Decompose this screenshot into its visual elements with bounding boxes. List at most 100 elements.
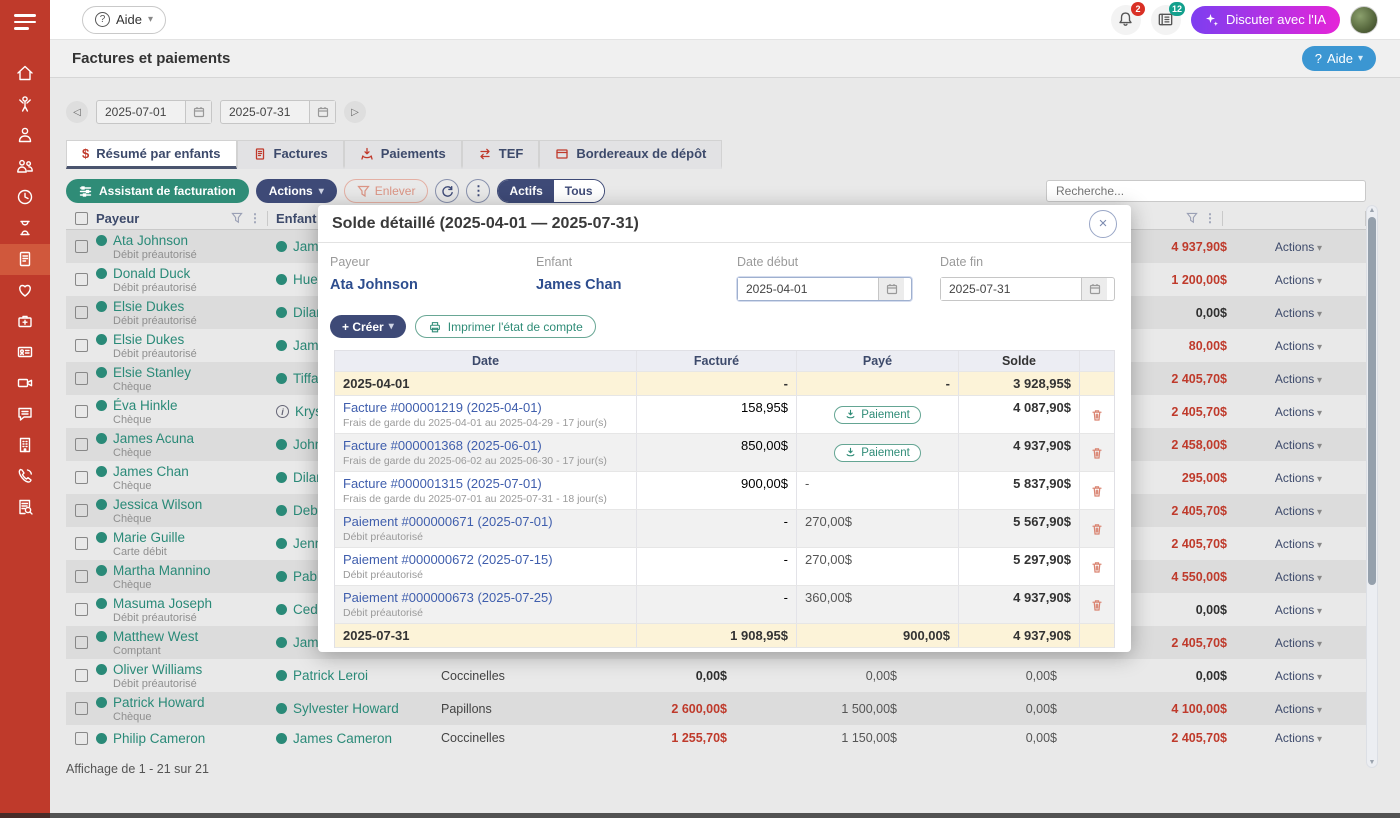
search-input[interactable] [1046, 180, 1366, 202]
actions-dropdown[interactable]: Actions ▾ [256, 179, 337, 203]
payer-name-link[interactable]: James Acuna [113, 431, 194, 446]
row-checkbox[interactable] [75, 537, 88, 550]
select-all-checkbox[interactable] [75, 212, 88, 225]
invoice-link[interactable]: Facture #000001315 (2025-07-01) [343, 476, 628, 491]
child-name-link[interactable]: Patrick Leroi [293, 668, 368, 683]
sidebar-item-hours[interactable] [0, 182, 50, 213]
payment-link[interactable]: Paiement #000000673 (2025-07-25) [343, 590, 628, 605]
sidebar-item-attendance[interactable] [0, 213, 50, 244]
row-actions-dropdown[interactable]: Actions ▾ [1275, 636, 1322, 650]
ai-chat-button[interactable]: Discuter avec l'IA [1191, 6, 1340, 34]
child-name-link[interactable]: James Chan [536, 277, 737, 293]
row-checkbox[interactable] [75, 603, 88, 616]
billing-assistant-button[interactable]: Assistant de facturation [66, 179, 249, 203]
funnel-icon[interactable] [231, 212, 243, 224]
sidebar-item-child[interactable] [0, 89, 50, 120]
payer-name-link[interactable]: Marie Guille [113, 530, 185, 545]
filter-tous-button[interactable]: Tous [554, 180, 604, 202]
payer-name-link[interactable]: Elsie Stanley [113, 365, 191, 380]
sidebar-item-facility[interactable] [0, 430, 50, 461]
delete-row-button[interactable] [1090, 446, 1104, 460]
tab-tef[interactable]: TEF [462, 140, 540, 169]
close-button[interactable]: × [1089, 210, 1117, 238]
payer-name-link[interactable]: Jessica Wilson [113, 497, 202, 512]
start-date-calendar-button[interactable] [185, 101, 211, 123]
modal-start-date-calendar-button[interactable] [878, 278, 904, 300]
vertical-scrollbar[interactable]: ▲ ▼ [1366, 205, 1378, 768]
row-actions-dropdown[interactable]: Actions ▾ [1275, 537, 1322, 551]
row-checkbox[interactable] [75, 504, 88, 517]
payer-name-link[interactable]: Patrick Howard [113, 695, 205, 710]
scrollbar-thumb[interactable] [1368, 217, 1376, 585]
sidebar-item-invoices[interactable] [0, 244, 50, 275]
sidebar-item-educator[interactable] [0, 120, 50, 151]
row-checkbox[interactable] [75, 636, 88, 649]
row-checkbox[interactable] [75, 273, 88, 286]
payment-link[interactable]: Paiement #000000672 (2025-07-15) [343, 552, 628, 567]
delete-row-button[interactable] [1090, 408, 1104, 422]
scroll-down-arrow-icon[interactable]: ▼ [1367, 759, 1377, 766]
payer-name-link[interactable]: Elsie Dukes [113, 299, 184, 314]
row-actions-dropdown[interactable]: Actions ▾ [1275, 702, 1322, 716]
invoice-link[interactable]: Facture #000001368 (2025-06-01) [343, 438, 628, 453]
row-checkbox[interactable] [75, 339, 88, 352]
sidebar-item-health[interactable] [0, 275, 50, 306]
row-actions-dropdown[interactable]: Actions ▾ [1275, 669, 1322, 683]
sidebar-item-medical[interactable] [0, 306, 50, 337]
sidebar-item-messages[interactable] [0, 399, 50, 430]
start-date-input[interactable] [97, 101, 185, 123]
row-checkbox[interactable] [75, 438, 88, 451]
remove-filter-button[interactable]: Enlever [344, 179, 429, 203]
modal-end-date-calendar-button[interactable] [1081, 278, 1107, 300]
filter-actifs-button[interactable]: Actifs [498, 180, 553, 202]
row-checkbox[interactable] [75, 702, 88, 715]
row-actions-dropdown[interactable]: Actions ▾ [1275, 372, 1322, 386]
row-actions-dropdown[interactable]: Actions ▾ [1275, 273, 1322, 287]
paiement-button[interactable]: Paiement [834, 406, 921, 424]
modal-end-date-input[interactable] [941, 278, 1081, 300]
payer-name-link[interactable]: Philip Cameron [113, 731, 205, 746]
funnel-icon[interactable] [1186, 212, 1198, 224]
payer-name-link[interactable]: Martha Mannino [113, 563, 211, 578]
row-checkbox[interactable] [75, 471, 88, 484]
delete-row-button[interactable] [1090, 598, 1104, 612]
payer-name-link[interactable]: Oliver Williams [113, 662, 202, 677]
aide-help-button[interactable]: ? Aide ▾ [1302, 46, 1376, 71]
row-actions-dropdown[interactable]: Actions ▾ [1275, 306, 1322, 320]
sidebar-item-people[interactable] [0, 151, 50, 182]
sidebar-item-home[interactable] [0, 58, 50, 89]
row-checkbox[interactable] [75, 405, 88, 418]
user-avatar[interactable] [1350, 6, 1378, 34]
row-actions-dropdown[interactable]: Actions ▾ [1275, 438, 1322, 452]
row-checkbox[interactable] [75, 372, 88, 385]
end-date-calendar-button[interactable] [309, 101, 335, 123]
payer-name-link[interactable]: Matthew West [113, 629, 198, 644]
print-statement-button[interactable]: Imprimer l'état de compte [415, 315, 596, 338]
payer-name-link[interactable]: James Chan [113, 464, 189, 479]
invoice-link[interactable]: Facture #000001219 (2025-04-01) [343, 400, 628, 415]
payer-name-link[interactable]: Donald Duck [113, 266, 190, 281]
refresh-button[interactable] [435, 179, 459, 203]
row-actions-dropdown[interactable]: Actions ▾ [1275, 339, 1322, 353]
payer-name-link[interactable]: Éva Hinkle [113, 398, 178, 413]
create-dropdown-button[interactable]: + Créer ▾ [330, 315, 406, 338]
payer-name-link[interactable]: Masuma Joseph [113, 596, 212, 611]
payment-link[interactable]: Paiement #000000671 (2025-07-01) [343, 514, 628, 529]
child-column-header[interactable]: Enfant [276, 211, 316, 226]
tab-resume-par-enfants[interactable]: $ Résumé par enfants [66, 140, 237, 169]
sidebar-item-reports[interactable] [0, 492, 50, 523]
news-button[interactable]: 12 [1151, 5, 1181, 35]
payer-column-header[interactable]: Payeur [96, 211, 139, 226]
tab-factures[interactable]: Factures [237, 140, 344, 169]
more-options-button[interactable]: ⋮ [466, 179, 490, 203]
payer-name-link[interactable]: Ata Johnson [113, 233, 188, 248]
row-checkbox[interactable] [75, 669, 88, 682]
row-checkbox[interactable] [75, 570, 88, 583]
notifications-button[interactable]: 2 [1111, 5, 1141, 35]
delete-row-button[interactable] [1090, 522, 1104, 536]
end-date-input[interactable] [221, 101, 309, 123]
payer-name-link[interactable]: Elsie Dukes [113, 332, 184, 347]
sidebar-item-id-card[interactable] [0, 337, 50, 368]
previous-period-button[interactable]: ◁ [66, 101, 88, 123]
paiement-button[interactable]: Paiement [834, 444, 921, 462]
